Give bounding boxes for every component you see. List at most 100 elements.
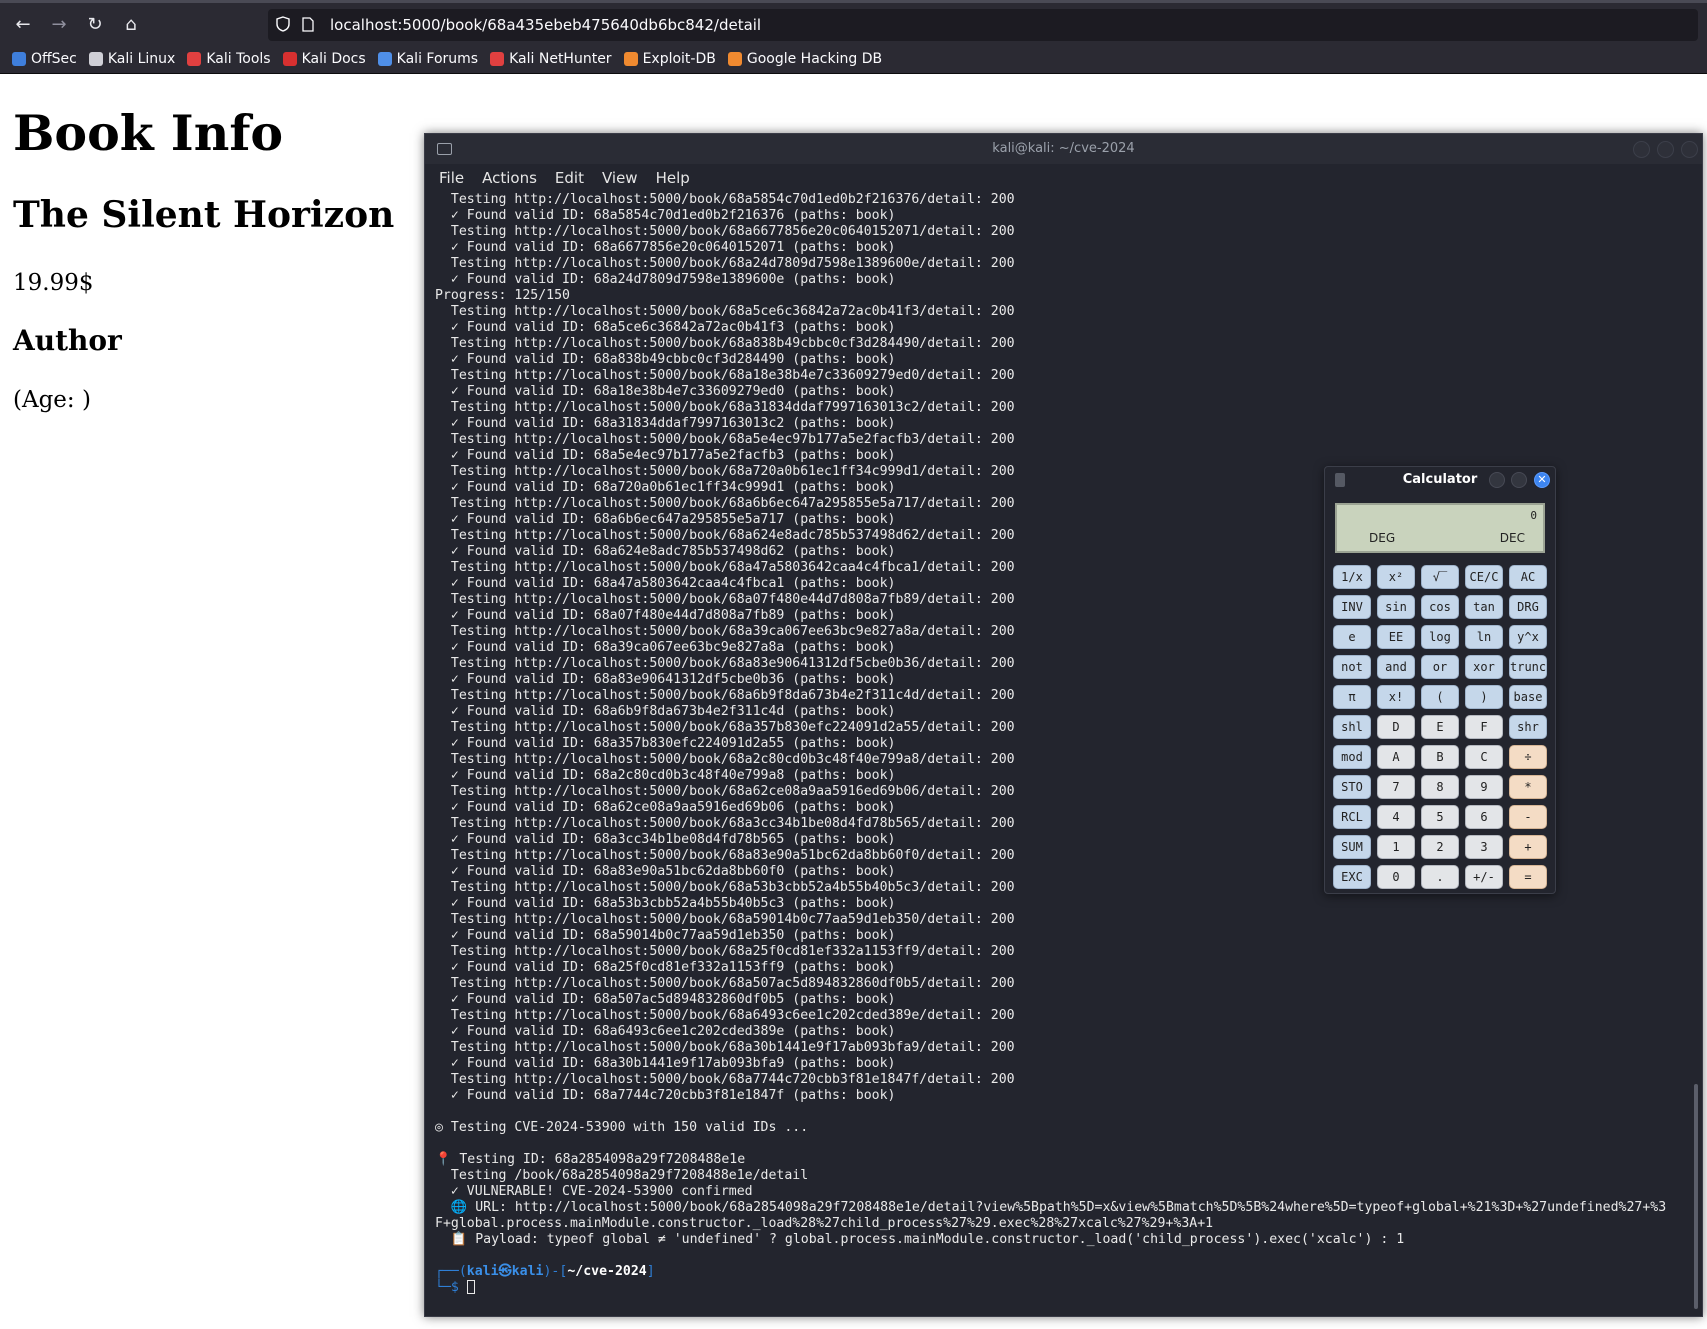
calc-key[interactable]: 0 [1377,865,1415,889]
terminal-menu-item[interactable]: Actions [482,169,537,187]
calc-key[interactable]: sin [1377,595,1415,619]
close-button[interactable] [1681,141,1698,158]
calc-key[interactable]: 3 [1465,835,1503,859]
terminal-titlebar[interactable]: kali@kali: ~/cve-2024 [425,134,1702,164]
calc-key[interactable]: not [1333,655,1371,679]
maximize-button[interactable] [1657,141,1674,158]
calc-key[interactable]: EE [1377,625,1415,649]
calc-key[interactable]: mod [1333,745,1371,769]
terminal-line: Testing /book/68a2854098a29f7208488e1e/d… [435,1168,809,1183]
bookmark-item[interactable]: Kali Docs [282,51,366,67]
calc-key[interactable]: tan [1465,595,1503,619]
calc-key[interactable]: 6 [1465,805,1503,829]
calc-key[interactable]: base [1509,685,1547,709]
calc-key[interactable]: shl [1333,715,1371,739]
calc-key[interactable]: + [1509,835,1547,859]
terminal-line: ✓ Found valid ID: 68a5854c70d1ed0b2f2163… [435,208,896,223]
calc-key[interactable]: y^x [1509,625,1547,649]
calc-key[interactable]: 1/x [1333,565,1371,589]
terminal-menu-item[interactable]: Help [656,169,690,187]
terminal-menu-item[interactable]: File [439,169,464,187]
calc-key[interactable]: C [1465,745,1503,769]
calculator-minimize-button[interactable] [1489,472,1505,488]
calc-key[interactable]: ( [1421,685,1459,709]
calc-key[interactable]: - [1509,805,1547,829]
calculator-close-button[interactable]: ✕ [1534,472,1550,488]
terminal-menu-item[interactable]: View [602,169,638,187]
calc-key[interactable]: F [1465,715,1503,739]
bookmark-item[interactable]: OffSec [12,51,77,67]
reload-icon[interactable]: ↻ [82,13,108,37]
terminal-menu-item[interactable]: Edit [555,169,584,187]
bookmark-item[interactable]: Kali NetHunter [490,51,612,67]
calculator-titlebar[interactable]: Calculator ✕ [1325,467,1555,493]
calc-key[interactable]: * [1509,775,1547,799]
forward-arrow-icon[interactable]: → [46,13,72,37]
calc-key[interactable]: = [1509,865,1547,889]
bookmark-icon [623,51,638,66]
calc-key[interactable]: 7 [1377,775,1415,799]
back-arrow-icon[interactable]: ← [10,13,36,37]
calc-key[interactable]: D [1377,715,1415,739]
calc-key[interactable]: and [1377,655,1415,679]
terminal-line: ✓ Found valid ID: 68a838b49cbbc0cf3d2844… [435,352,896,367]
bookmark-item[interactable]: Kali Forums [377,51,478,67]
calc-key[interactable]: x² [1377,565,1415,589]
calc-key[interactable]: cos [1421,595,1459,619]
prompt-line: ┌──(kali㉿kali)-[~/cve-2024] [435,1264,1690,1280]
calc-key[interactable]: ) [1465,685,1503,709]
calc-key[interactable]: x! [1377,685,1415,709]
bookmark-item[interactable]: Exploit-DB [623,51,716,67]
calc-key[interactable]: 4 [1377,805,1415,829]
calculator-maximize-button[interactable] [1511,472,1527,488]
calc-key[interactable]: +/- [1465,865,1503,889]
calc-key[interactable]: log [1421,625,1459,649]
calc-key[interactable]: √‾ [1421,565,1459,589]
bookmark-item[interactable]: Google Hacking DB [727,51,882,67]
calc-key[interactable]: ln [1465,625,1503,649]
calc-key[interactable]: CE/C [1465,565,1503,589]
home-icon[interactable]: ⌂ [118,13,144,37]
bookmark-item[interactable]: Kali Linux [88,50,176,67]
calc-key[interactable]: 8 [1421,775,1459,799]
url-text[interactable]: localhost:5000/book/68a435ebeb475640db6b… [330,16,761,34]
calc-key[interactable]: shr [1509,715,1547,739]
calc-key[interactable]: 5 [1421,805,1459,829]
calc-key[interactable]: trunc [1509,655,1547,679]
calc-key[interactable]: . [1421,865,1459,889]
calc-key[interactable]: E [1421,715,1459,739]
minimize-button[interactable] [1633,141,1650,158]
calc-key[interactable]: 9 [1465,775,1503,799]
calc-key[interactable]: ÷ [1509,745,1547,769]
calc-key[interactable]: π [1333,685,1371,709]
calc-key[interactable]: 2 [1421,835,1459,859]
prompt-input-line[interactable]: └─$ [435,1280,1690,1296]
terminal-line: ✓ Found valid ID: 68a24d7809d7598e138960… [435,272,896,287]
url-bar[interactable]: localhost:5000/book/68a435ebeb475640db6b… [268,9,1698,41]
calc-key[interactable]: B [1421,745,1459,769]
bookmark-label: Kali Linux [107,50,176,67]
calculator-window[interactable]: Calculator ✕ 0 DEG DEC 1/x x² √‾ CE/C AC INV s… [1324,466,1556,894]
bookmark-item[interactable]: Kali Tools [187,51,271,67]
calc-key[interactable]: xor [1465,655,1503,679]
terminal-line: ✓ Found valid ID: 68a53b3cbb52a4b55b40b5… [435,896,896,911]
terminal-line: ✓ Found valid ID: 68a5ce6c36842a72ac0b41… [435,320,896,335]
calc-key[interactable]: DRG [1509,595,1547,619]
calc-key[interactable]: 1 [1377,835,1415,859]
terminal-line: ✓ Found valid ID: 68a59014b0c77aa59d1eb3… [435,928,896,943]
calc-key[interactable]: e [1333,625,1371,649]
calc-key[interactable]: EXC [1333,865,1371,889]
terminal-menubar: File Actions Edit View Help [425,164,1702,192]
calc-key[interactable]: RCL [1333,805,1371,829]
prompt-segment: ] [646,1264,655,1279]
calc-key[interactable]: AC [1509,565,1547,589]
calc-key[interactable]: STO [1333,775,1371,799]
calc-key[interactable]: INV [1333,595,1371,619]
shield-icon[interactable] [276,16,290,32]
terminal-scrollbar[interactable] [1694,1084,1698,1309]
calc-key[interactable]: A [1377,745,1415,769]
calc-key[interactable]: or [1421,655,1459,679]
calc-key[interactable]: SUM [1333,835,1371,859]
